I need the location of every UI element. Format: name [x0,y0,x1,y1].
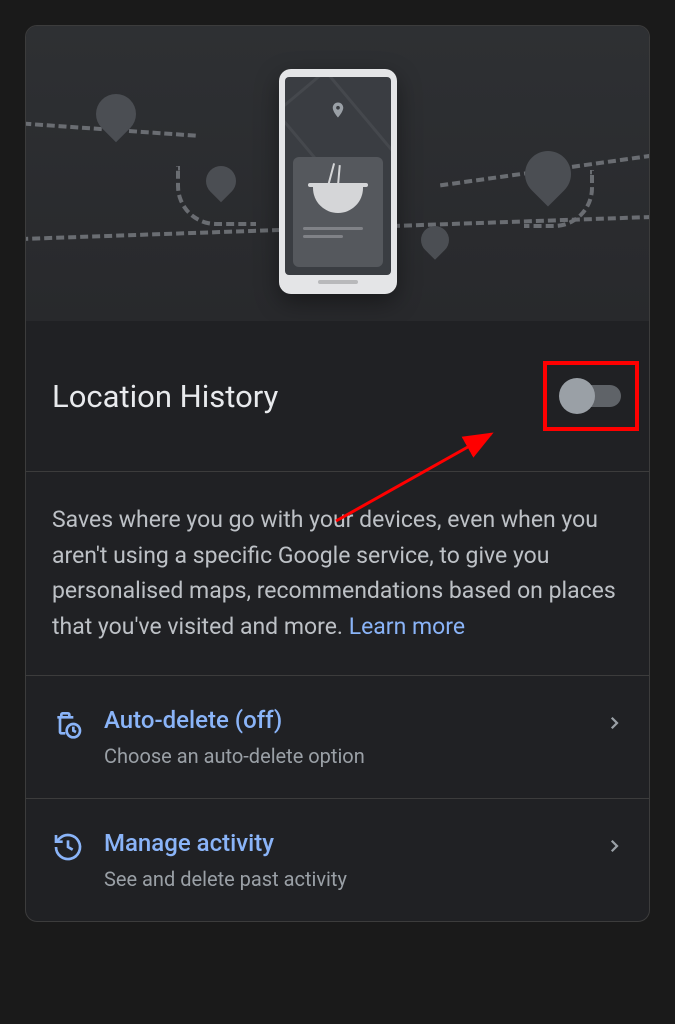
phone-illustration [279,69,397,294]
description-section: Saves where you go with your devices, ev… [26,471,649,675]
manage-activity-row[interactable]: Manage activity See and delete past acti… [26,798,649,921]
map-pin-icon [88,86,145,143]
history-icon [52,831,84,863]
hero-illustration [26,26,649,321]
description-body: Saves where you go with your devices, ev… [52,506,616,640]
learn-more-link[interactable]: Learn more [349,613,465,640]
auto-delete-subtitle: Choose an auto-delete option [104,744,585,768]
auto-delete-body: Auto-delete (off) Choose an auto-delete … [104,706,585,768]
page-title: Location History [52,378,278,415]
title-row: Location History [26,321,649,471]
location-history-toggle[interactable] [561,385,621,407]
manage-activity-body: Manage activity See and delete past acti… [104,829,585,891]
auto-delete-row[interactable]: Auto-delete (off) Choose an auto-delete … [26,675,649,798]
manage-activity-title: Manage activity [104,829,585,857]
description-text: Saves where you go with your devices, ev… [52,502,623,645]
location-history-card: Location History Saves where you go with… [25,25,650,922]
auto-delete-title: Auto-delete (off) [104,706,585,734]
toggle-knob [559,378,595,414]
chevron-right-icon [605,837,623,855]
auto-delete-icon [52,708,84,740]
toggle-highlight-box [543,361,639,431]
chevron-right-icon [605,714,623,732]
manage-activity-subtitle: See and delete past activity [104,867,585,891]
